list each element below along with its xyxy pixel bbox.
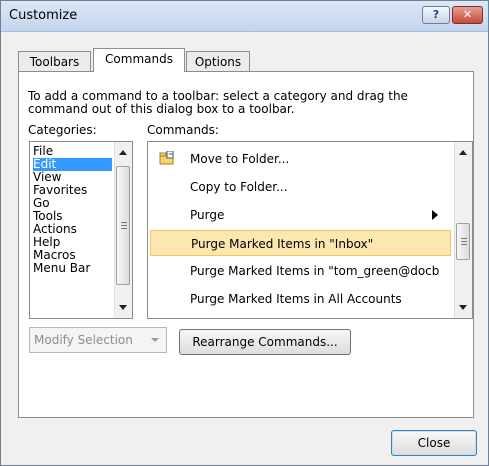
customize-dialog: Customize ? ✕ Toolbars Commands Options … (0, 0, 489, 466)
help-button[interactable]: ? (422, 6, 450, 24)
modify-selection-label: Modify Selection (34, 333, 133, 347)
scroll-up-icon[interactable] (459, 150, 467, 155)
command-label: Move to Folder... (190, 152, 290, 166)
move-to-folder-icon (159, 151, 174, 165)
categories-scrollbar[interactable] (114, 142, 132, 318)
command-item[interactable]: Move to Folder... (150, 146, 451, 172)
scroll-thumb[interactable] (116, 166, 130, 285)
command-item[interactable]: Copy to Folder... (150, 174, 451, 200)
scroll-thumb[interactable] (456, 223, 470, 260)
submenu-arrow-icon (432, 210, 438, 220)
command-label: Purge Marked Items in All Accounts (190, 292, 402, 306)
window-title: Customize (9, 8, 78, 23)
categories-label: Categories: (28, 123, 97, 137)
command-item[interactable]: Purge Marked Items in All Accounts (150, 286, 451, 312)
commands-list[interactable]: Move to Folder... Copy to Folder... Purg… (147, 141, 473, 319)
command-label: Copy to Folder... (190, 180, 288, 194)
tab-toolbars[interactable]: Toolbars (18, 51, 91, 72)
instruction-text: To add a command to a toolbar: select a … (28, 89, 408, 116)
command-item-selected[interactable]: Purge Marked Items in "Inbox" (150, 230, 451, 256)
modify-selection-dropdown[interactable]: Modify Selection (29, 327, 167, 353)
scroll-up-icon[interactable] (119, 150, 127, 155)
close-button[interactable]: Close (391, 430, 477, 456)
command-label: Purge (190, 208, 225, 222)
tab-commands[interactable]: Commands (93, 48, 185, 72)
rearrange-commands-button[interactable]: Rearrange Commands... (179, 329, 351, 355)
category-item[interactable]: Menu Bar (33, 262, 112, 275)
tab-options[interactable]: Options (186, 51, 250, 72)
command-label: Purge Marked Items in "tom_green@docb (190, 264, 440, 278)
commands-label: Commands: (147, 123, 219, 137)
title-bar: Customize ? ✕ (1, 1, 488, 32)
scroll-down-icon[interactable] (459, 305, 467, 310)
command-label: Purge Marked Items in "Inbox" (191, 237, 374, 251)
window-close-button[interactable]: ✕ (452, 6, 483, 24)
categories-list[interactable]: File Edit View Favorites Go Tools Action… (29, 141, 133, 319)
command-item[interactable]: Purge Marked Items in "tom_green@docb (150, 258, 451, 284)
chevron-down-icon (151, 338, 159, 342)
scroll-down-icon[interactable] (119, 305, 127, 310)
command-item[interactable]: Purge (150, 202, 451, 228)
commands-scrollbar[interactable] (454, 142, 472, 318)
